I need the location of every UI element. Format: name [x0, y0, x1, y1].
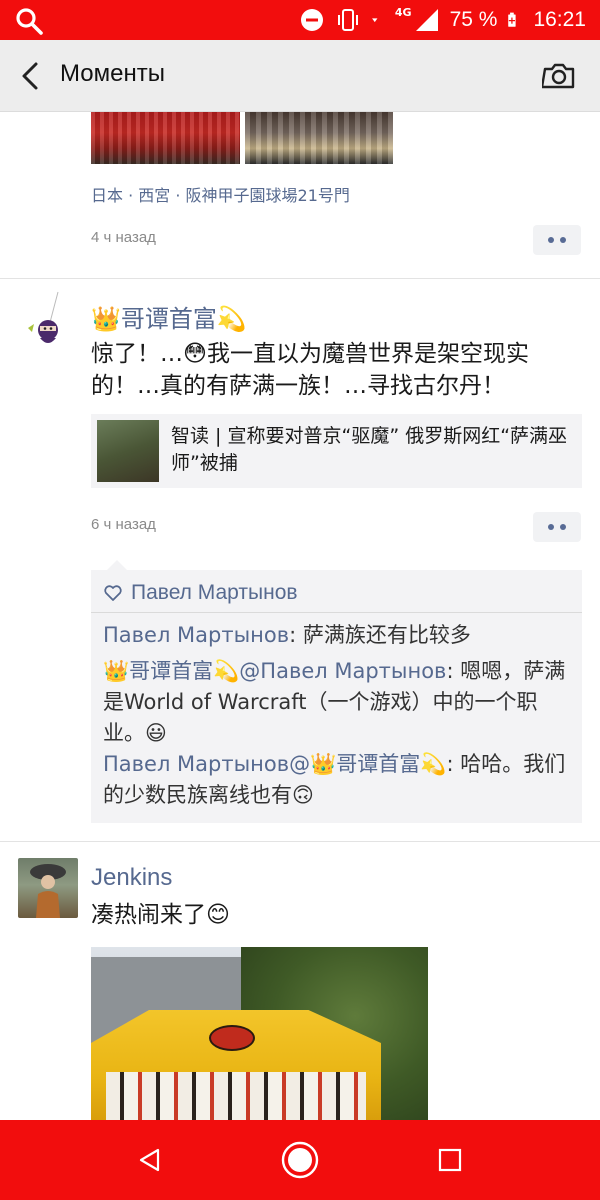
triangle-back-icon — [139, 1148, 160, 1172]
battery-percent: 75 % — [449, 8, 498, 31]
post-username[interactable]: Jenkins — [91, 864, 172, 892]
comment-author[interactable]: 👑哥谭首富💫@Павел Мартынов — [103, 659, 446, 683]
nav-home-button[interactable] — [280, 1140, 320, 1180]
liker-name[interactable]: Павел Мартынов — [131, 581, 298, 605]
vibrate-icon — [337, 9, 358, 31]
post-username[interactable]: 👑哥谭首富💫 — [91, 299, 247, 334]
post-location[interactable]: 日本 · 西宮 · 阪神甲子園球場21号門 — [91, 182, 350, 206]
clock: 16:21 — [533, 8, 586, 31]
link-title: 智读 | 宣称要对普京“驱魔” 俄罗斯网红“萨满巫师”被捕 — [171, 425, 568, 474]
moments-feed[interactable]: 日本 · 西宮 · 阪神甲子園球場21号門 4 ч назад 👑哥谭首富💫 惊… — [0, 112, 600, 1120]
post-divider — [0, 841, 600, 842]
post-text: 惊了！…😳我一直以为魔兽世界是架空现实的！…真的有萨满一族！…寻找古尔丹！ — [91, 341, 529, 399]
heart-icon — [104, 585, 122, 601]
post-time: 4 ч назад — [91, 229, 156, 246]
nav-back-button[interactable] — [130, 1140, 170, 1180]
navigation-bar — [0, 1120, 600, 1200]
signal-icon — [415, 9, 438, 31]
home-circle-icon — [281, 1141, 319, 1179]
comment-author[interactable]: Павел Мартынов@👑哥谭首富💫 — [103, 752, 446, 776]
post-more-button[interactable] — [533, 225, 581, 255]
search-icon[interactable] — [14, 6, 44, 36]
page-title: Моменты — [60, 60, 165, 87]
post-text: 凑热闹来了😊 — [91, 902, 230, 928]
status-bar: 4G 75 % 16:21 — [0, 0, 600, 40]
post-photo[interactable] — [91, 947, 428, 1120]
shared-link-card[interactable]: 智读 | 宣称要对普京“驱魔” 俄罗斯网红“萨满巫师”被捕 — [91, 414, 582, 488]
post-photo[interactable] — [245, 112, 393, 164]
person-avatar-icon — [30, 864, 66, 918]
avatar[interactable] — [18, 858, 78, 918]
comment-body: : 萨满族还有比较多 — [289, 623, 471, 647]
post-photo[interactable] — [91, 112, 240, 164]
comment-author[interactable]: Павел Мартынов — [103, 623, 289, 647]
square-recents-icon — [438, 1148, 462, 1172]
battery-charging-icon — [508, 12, 517, 27]
ninja-avatar-icon — [28, 291, 59, 343]
do-not-disturb-icon — [300, 9, 323, 31]
post-more-button[interactable] — [533, 512, 581, 542]
link-thumbnail — [97, 420, 159, 482]
comment[interactable]: Павел Мартынов@👑哥谭首富💫: 哈哈。我们的少数民族离线也有🙃 — [103, 749, 573, 811]
wifi-data-icon — [371, 18, 378, 23]
avatar[interactable] — [18, 290, 78, 350]
back-arrow-icon[interactable] — [16, 60, 46, 92]
comments-section: Павел Мартынов Павел Мартынов: 萨满族还有比较多 … — [91, 560, 582, 823]
likes-row: Павел Мартынов — [103, 578, 298, 608]
post-divider — [0, 278, 600, 279]
network-type: 4G — [394, 5, 412, 19]
camera-icon[interactable] — [542, 61, 576, 91]
header: Моменты — [0, 40, 600, 112]
likes-divider — [91, 612, 582, 613]
nav-recents-button[interactable] — [430, 1140, 470, 1180]
comment[interactable]: Павел Мартынов: 萨满族还有比较多 — [103, 620, 573, 651]
post-time: 6 ч назад — [91, 516, 156, 533]
comment[interactable]: 👑哥谭首富💫@Павел Мартынов: 嗯嗯，萨满是World of Wa… — [103, 656, 573, 749]
